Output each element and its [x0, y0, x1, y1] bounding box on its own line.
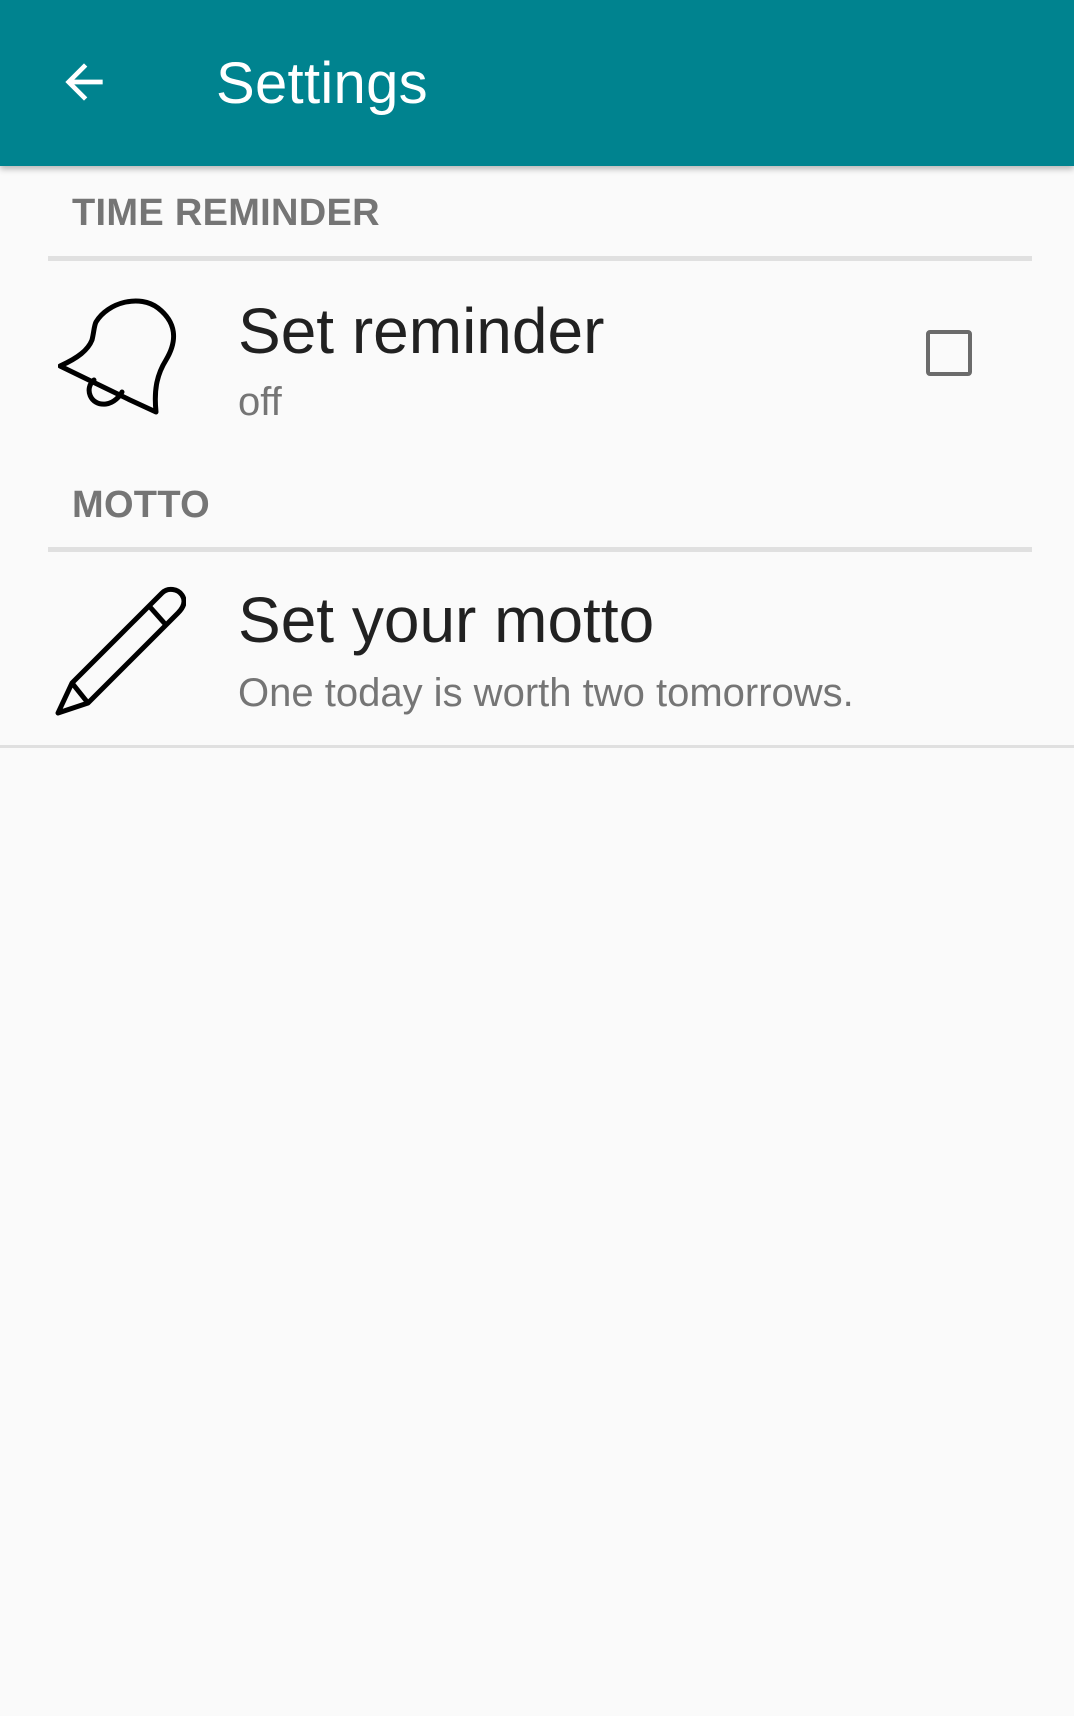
set-motto-title: Set your motto — [238, 584, 655, 656]
page-title: Settings — [216, 51, 428, 116]
back-button[interactable] — [44, 42, 124, 122]
list-divider — [0, 745, 1074, 748]
set-motto-summary: One today is worth two tomorrows. — [238, 671, 854, 715]
category-header-motto: MOTTO — [72, 484, 211, 526]
app-bar: Settings — [0, 0, 1074, 166]
category-divider — [48, 256, 1032, 261]
set-motto-preference[interactable]: Set your motto One today is worth two to… — [0, 553, 1074, 743]
bell-icon — [58, 298, 177, 415]
reminder-checkbox[interactable] — [926, 330, 972, 376]
pencil-icon — [55, 586, 186, 716]
arrow-back-icon — [65, 63, 103, 101]
category-divider — [48, 547, 1032, 552]
set-reminder-summary: off — [238, 380, 282, 424]
set-reminder-preference[interactable]: Set reminder off — [0, 262, 1074, 452]
set-reminder-title: Set reminder — [238, 295, 605, 367]
category-header-time-reminder: TIME REMINDER — [72, 192, 380, 234]
